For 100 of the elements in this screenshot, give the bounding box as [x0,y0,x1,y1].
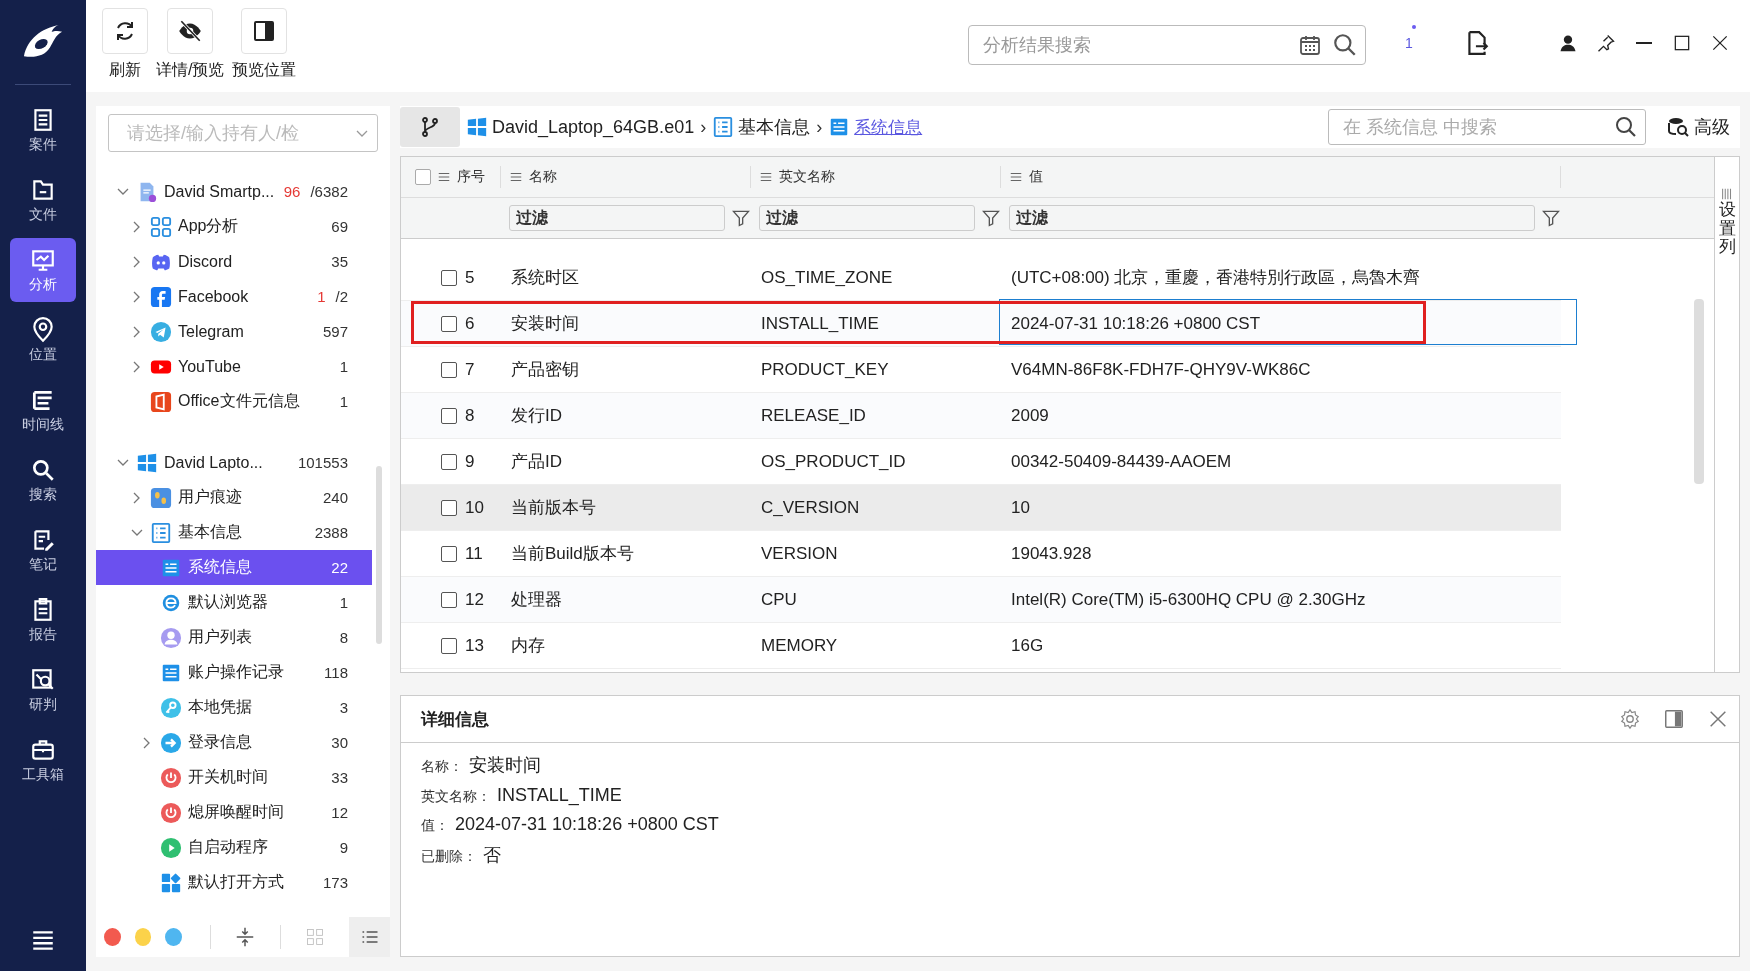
minimize-button[interactable] [1634,42,1654,44]
table-cell: V64MN-86F8K-FDH7F-QHY9V-WK86C [1011,359,1311,380]
pin-button[interactable] [1596,33,1616,53]
tree-item[interactable]: Telegram 597 [96,314,372,349]
tree-item[interactable]: 本地凭据 3 [96,690,372,725]
panel-title: 详细信息 [421,708,490,731]
row-checkbox[interactable] [441,545,457,562]
tree-item[interactable]: Office文件元信息 1 [96,384,372,419]
view-button[interactable] [349,917,390,957]
tree-item[interactable]: App分析 69 [96,209,372,244]
row-checkbox[interactable] [441,315,457,332]
tree-item[interactable]: 用户痕迹 240 [96,480,372,515]
tree-item[interactable]: 熄屏唤醒时间 12 [96,795,372,830]
tree-item[interactable]: Discord 35 [96,244,372,279]
column-settings-button[interactable]: 设置列 [1714,157,1739,672]
toolbar-button[interactable]: 预览位置 [232,8,297,81]
branch-button[interactable] [400,107,460,147]
panel-right-icon [1663,708,1685,730]
table-cell-text: 系统时区 [511,267,579,289]
nav-item[interactable]: 分析 [10,238,76,302]
tree-item[interactable]: 默认浏览器 1 [96,585,372,620]
nav-item[interactable]: 文件 [10,168,76,232]
table-cell: C_VERSION [761,497,860,518]
table-search-field[interactable]: 在 系统信息 中搜索 [1328,109,1646,145]
column-header[interactable]: 序号 [457,168,485,186]
tree-item[interactable]: YouTube 1 [96,349,372,384]
table-row[interactable]: 13 内存 MEMORY 16G [401,623,1561,669]
pin-icon [1596,33,1616,53]
search-field[interactable]: 分析结果搜索 [968,25,1366,65]
owner-select[interactable]: 请选择/输入持有人/检 [108,114,378,152]
row-checkbox[interactable] [441,591,457,608]
grid-icon [150,215,172,238]
table-cell: Intel(R) Core(TM) i5-6300HQ CPU @ 2.30GHz [1011,589,1366,610]
tree-item[interactable]: 默认打开方式 173 [96,865,372,900]
table-row[interactable]: 12 处理器 CPU Intel(R) Core(TM) i5-6300HQ CPU @ 2.30GHz [401,577,1561,623]
nav-item[interactable]: 笔记 [10,518,76,582]
maximize-button[interactable] [1672,33,1692,53]
filter-field[interactable]: 过滤 [759,205,975,231]
tree-label: 本地凭据 [188,697,253,717]
notification-count[interactable]: 1 [1402,35,1416,51]
nav-item[interactable]: 时间线 [10,378,76,442]
column-header[interactable]: 名称 [529,168,557,186]
nav-item[interactable]: 位置 [10,308,76,372]
close-button[interactable] [1710,33,1730,53]
breadcrumb-item[interactable]: David_Laptop_64GB.e01 [466,116,695,138]
field-value: 否 [483,844,501,867]
row-checkbox[interactable] [441,637,457,654]
list-icon [437,170,451,184]
breadcrumb-item[interactable]: 系统信息 [828,115,923,139]
table-cell-text: 发行ID [511,405,562,427]
filter-icon [731,208,751,228]
windows-icon [466,116,488,138]
nav-item[interactable]: 研判 [10,658,76,722]
user-button[interactable] [1558,33,1578,53]
table-cell: INSTALL_TIME [761,313,879,334]
table-cell-text: 安装时间 [511,313,579,335]
table-row[interactable]: 10 当前版本号 C_VERSION 10 [401,485,1561,531]
nav-item[interactable]: 案件 [10,98,76,162]
table-cell-text: (UTC+08:00) 北京，重慶，香港特別行政區，烏魯木齊 [1011,267,1421,289]
row-checkbox[interactable] [441,407,457,424]
table-cell: 11 [465,543,483,564]
toolbar-button[interactable]: 详情/预览 [156,8,225,81]
tree-label: 开关机时间 [188,767,269,787]
row-checkbox[interactable] [441,499,457,516]
color-dot[interactable] [165,928,182,946]
table-cell: 16G [1011,635,1044,656]
column-header[interactable]: 值 [1029,168,1043,186]
tree-item[interactable]: 系统信息 22 [96,550,372,585]
nav-item[interactable]: 工具箱 [10,728,76,792]
select-all-checkbox[interactable] [415,169,431,185]
row-checkbox[interactable] [441,453,457,470]
column-header[interactable]: 英文名称 [779,168,835,186]
filter-field[interactable]: 过滤 [509,205,725,231]
table-cell: 19043.928 [1011,543,1092,564]
tree-item[interactable]: David Smartp... 96 /6382 [96,174,372,209]
tree-item[interactable]: David Lapto... 101553 [96,445,372,480]
advanced-button[interactable]: 高级 [1666,115,1730,139]
tree-item[interactable]: 自启动程序 9 [96,830,372,865]
tree-item[interactable]: Facebook 1 /2 [96,279,372,314]
row-checkbox[interactable] [441,269,457,286]
nav-item[interactable]: 报告 [10,588,76,652]
item-count: 173 [322,874,348,891]
tree-item[interactable]: 基本信息 2388 [96,515,372,550]
tree-item[interactable]: 用户列表 8 [96,620,372,655]
tree-item[interactable]: 登录信息 30 [96,725,372,760]
table-row[interactable]: 5 系统时区 OS_TIME_ZONE (UTC+08:00) 北京，重慶，香港特別行政區，烏魯木齊 [401,255,1561,301]
table-row[interactable]: 8 发行ID RELEASE_ID 2009 [401,393,1561,439]
settings-button[interactable] [1619,708,1641,730]
color-dot[interactable] [134,928,152,946]
nav-item[interactable]: 搜索 [10,448,76,512]
table-cell: 2009 [1011,405,1049,426]
tree-item[interactable]: 开关机时间 33 [96,760,372,795]
breadcrumb-item[interactable]: 基本信息 [712,115,811,139]
dock-button[interactable] [1663,708,1685,730]
filter-field[interactable]: 过滤 [1009,205,1535,231]
windows-icon [136,451,158,474]
tree-item[interactable]: 账户操作记录 118 [96,655,372,690]
row-checkbox[interactable] [441,361,457,378]
color-dot[interactable] [104,928,121,946]
tree-label: 用户列表 [188,627,253,647]
